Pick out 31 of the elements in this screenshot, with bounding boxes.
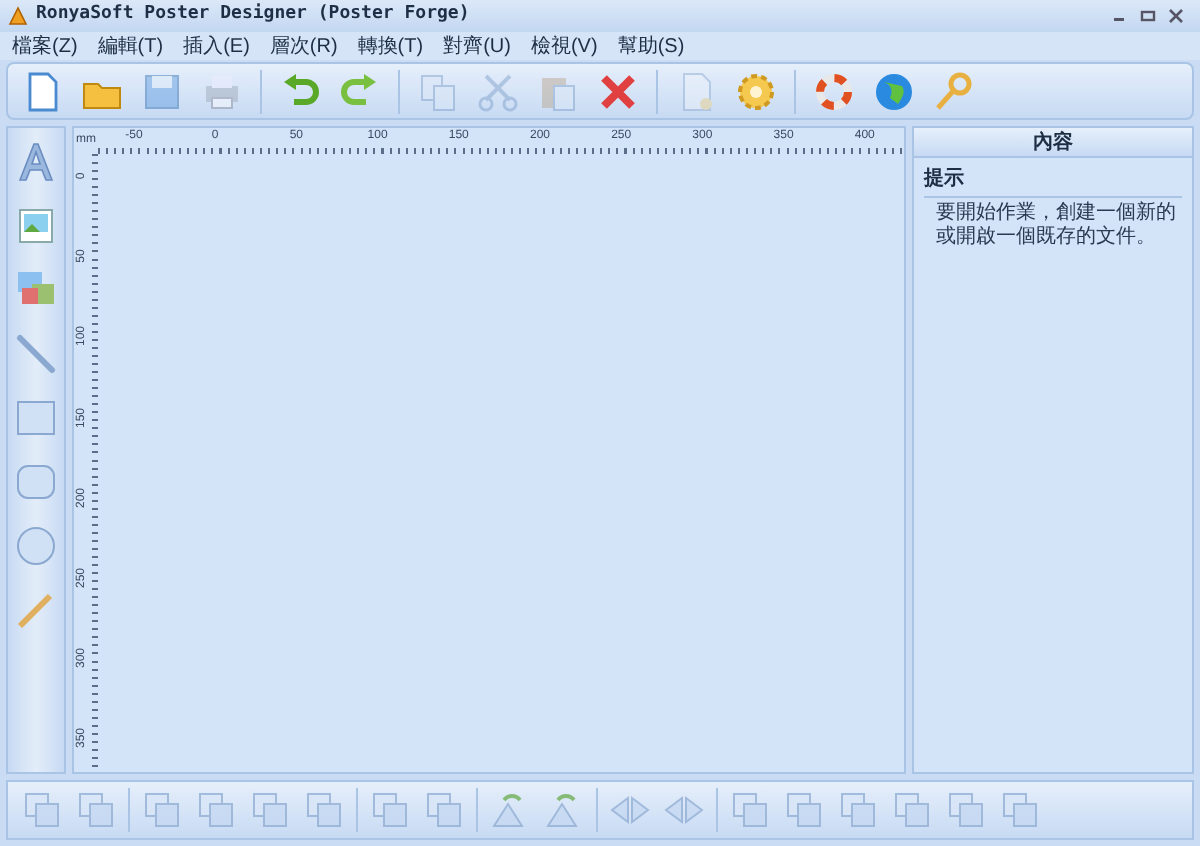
menu-item[interactable]: 幫助(S) (617, 31, 685, 61)
image-icon[interactable] (14, 204, 58, 248)
menu-item[interactable]: 編輯(T) (97, 31, 164, 61)
menu-item[interactable]: 檢視(V) (530, 31, 598, 61)
rounded-rectangle-icon[interactable] (14, 460, 58, 504)
menu-item[interactable]: 插入(E) (183, 31, 250, 61)
pencil-icon[interactable] (14, 588, 58, 632)
section-heading: 提示 (924, 164, 1182, 198)
key-icon[interactable] (932, 69, 976, 113)
menu-item[interactable]: 檔案(Z) (12, 31, 78, 61)
stack-icon[interactable] (248, 788, 292, 832)
gear-icon[interactable] (734, 69, 778, 113)
window-title: RonyaSoft Poster Designer (Poster Forge) (36, 2, 470, 29)
panel-title: 內容 (914, 128, 1192, 158)
stack-icon[interactable] (194, 788, 238, 832)
rectangle-icon[interactable] (14, 396, 58, 440)
text-tool-icon[interactable] (14, 140, 58, 184)
stack-icon[interactable] (302, 788, 346, 832)
maximize-icon[interactable] (1140, 8, 1156, 24)
menu-item[interactable]: 轉換(T) (357, 31, 424, 61)
stack-icon[interactable] (140, 788, 184, 832)
menu-item[interactable]: 層次(R) (269, 31, 338, 61)
lifebuoy-icon[interactable] (812, 69, 856, 113)
delete-icon[interactable] (596, 69, 640, 113)
close-icon[interactable] (1168, 8, 1184, 24)
globe-icon[interactable] (872, 69, 916, 113)
hint-text: 要開始作業，創建一個新的或開啟一個既存的文件。 (934, 199, 1178, 250)
circle-icon[interactable] (14, 524, 58, 568)
app-icon (8, 6, 28, 26)
line-icon[interactable] (14, 332, 58, 376)
menu-item[interactable]: 對齊(U) (443, 31, 511, 61)
